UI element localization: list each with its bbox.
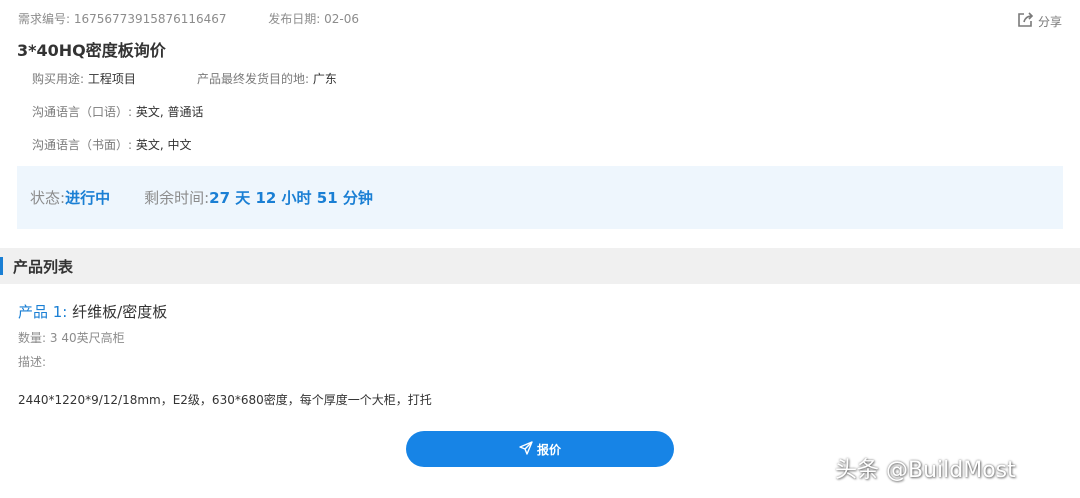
status-panel: 状态: 进行中 剩余时间: 27 天 12 小时 51 分钟 xyxy=(17,166,1063,229)
written-language-label: 沟通语言（书面）: xyxy=(32,138,133,152)
share-button[interactable]: 分享 xyxy=(1016,11,1062,32)
product-title: 产品 1: 纤维板/密度板 xyxy=(18,301,167,322)
product-quantity: 数量: 3 40英尺高柜 xyxy=(18,329,125,346)
product-name: 纤维板/密度板 xyxy=(72,303,168,321)
quote-button-label: 报价 xyxy=(536,442,561,457)
publish-date: 02-06 xyxy=(324,12,359,26)
info-row-spoken-language: 沟通语言（口语）: 英文, 普通话 xyxy=(32,103,204,120)
share-label: 分享 xyxy=(1037,15,1062,29)
written-language-value: 英文, 中文 xyxy=(135,138,192,152)
remaining-time-value: 27 天 12 小时 51 分钟 xyxy=(209,189,373,207)
paper-plane-icon xyxy=(519,440,533,458)
info-row-written-language: 沟通语言（书面）: 英文, 中文 xyxy=(32,136,192,153)
quantity-label: 数量: xyxy=(18,331,47,345)
info-row-purpose: 购买用途: 工程项目 产品最终发货目的地: 广东 xyxy=(32,70,337,87)
product-description-label: 描述: xyxy=(18,355,47,369)
share-icon xyxy=(1016,11,1034,32)
watermark: 头条 @BuildMost xyxy=(835,458,1016,483)
publish-date-label: 发布日期: xyxy=(268,12,321,26)
request-number: 16756773915876116467 xyxy=(73,12,227,26)
product-index-label: 产品 1: xyxy=(18,303,68,321)
product-list-header: 产品列表 xyxy=(0,248,1080,284)
request-number-label: 需求编号: xyxy=(18,12,71,26)
request-meta: 需求编号: 16756773915876116467 发布日期: 02-06 xyxy=(18,10,359,27)
section-accent-bar xyxy=(0,257,3,275)
spoken-language-value: 英文, 普通话 xyxy=(135,105,204,119)
spoken-language-label: 沟通语言（口语）: xyxy=(32,105,133,119)
status-label: 状态: xyxy=(30,189,66,207)
page-title: 3*40HQ密度板询价 xyxy=(17,41,166,60)
destination-label: 产品最终发货目的地: xyxy=(197,72,310,86)
purpose-label: 购买用途: xyxy=(32,72,85,86)
destination-value: 广东 xyxy=(312,72,337,86)
destination-group: 产品最终发货目的地: 广东 xyxy=(197,70,337,87)
quantity-value: 3 40英尺高柜 xyxy=(49,331,125,345)
remaining-time-label: 剩余时间: xyxy=(144,189,210,207)
status-value: 进行中 xyxy=(65,189,111,207)
section-title: 产品列表 xyxy=(13,257,74,276)
purpose-value: 工程项目 xyxy=(87,72,136,86)
product-description: 2440*1220*9/12/18mm，E2级，630*680密度，每个厚度一个… xyxy=(18,393,432,407)
quote-button[interactable]: 报价 xyxy=(406,431,674,467)
